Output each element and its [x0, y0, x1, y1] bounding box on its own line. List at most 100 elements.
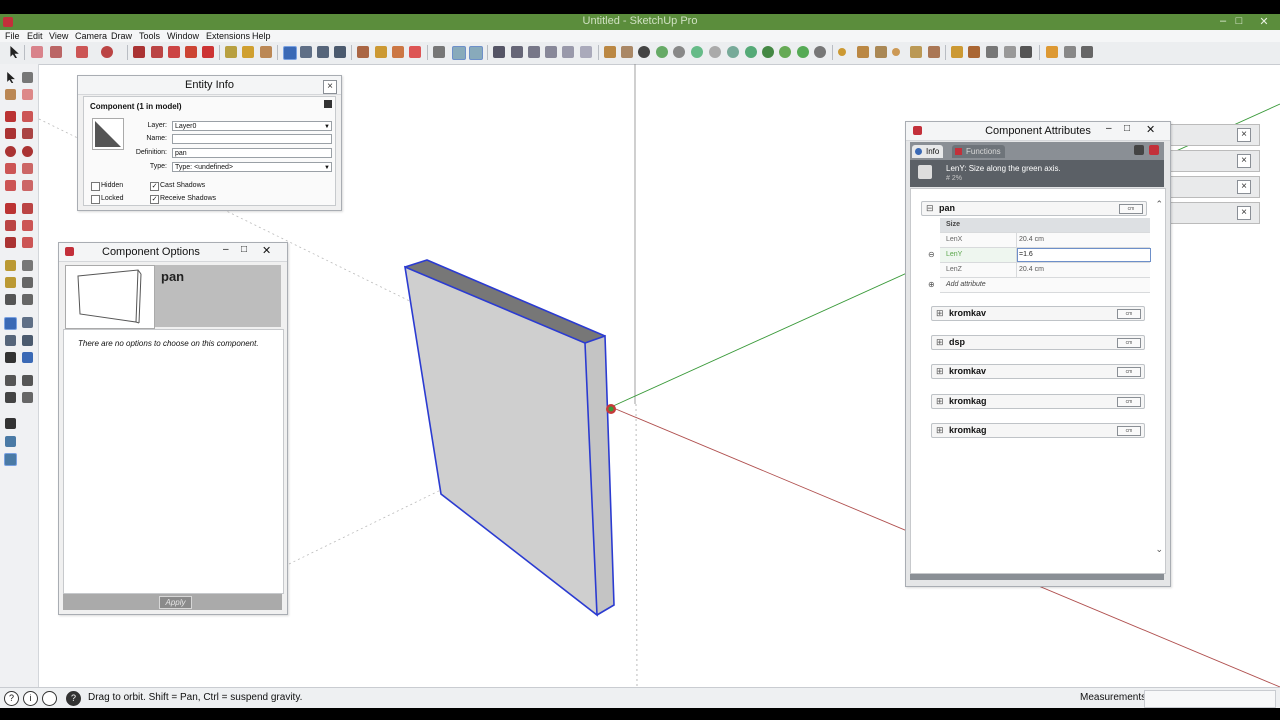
geo-location-icon[interactable]: ?: [4, 691, 19, 706]
section-plane-icon[interactable]: [433, 46, 445, 58]
shaded-icon[interactable]: [673, 46, 685, 58]
monochrome-icon[interactable]: [709, 46, 721, 58]
rectangle-icon[interactable]: [5, 128, 16, 139]
polygon-icon[interactable]: [22, 146, 33, 157]
paint-icon[interactable]: [5, 89, 16, 100]
rotate-icon[interactable]: [168, 46, 180, 58]
bg-panel-close-2[interactable]: ×: [1237, 154, 1251, 168]
zoom-extents-tool-icon[interactable]: [5, 352, 16, 363]
three-point-arc-icon[interactable]: [5, 180, 16, 191]
push-pull-tool-icon[interactable]: [22, 203, 33, 214]
look-around-icon[interactable]: [22, 375, 33, 386]
details-toggle-icon[interactable]: [324, 100, 332, 108]
make-component-icon[interactable]: [22, 72, 33, 83]
ca-maximize-button[interactable]: □: [1124, 123, 1130, 134]
scale-tool-icon[interactable]: [5, 237, 16, 248]
zoom-icon[interactable]: [317, 46, 329, 58]
cast-shadows-checkbox[interactable]: ✓: [150, 182, 159, 191]
minimize-button[interactable]: ‒: [1216, 15, 1230, 27]
dynamic-components-interact-icon[interactable]: [1046, 46, 1058, 58]
attribute-row-leny[interactable]: LenY =1.6 ⊖: [928, 248, 1151, 263]
bg-panel-close-3[interactable]: ×: [1237, 180, 1251, 194]
bg-panel-close-1[interactable]: ×: [1237, 128, 1251, 142]
back-edges-icon[interactable]: [621, 46, 633, 58]
dimension-tool-icon[interactable]: [22, 260, 33, 271]
plugin-b-icon[interactable]: [968, 46, 980, 58]
subcomponent-header[interactable]: ⊞ kromkav cm: [931, 306, 1145, 321]
maximize-button[interactable]: □: [1232, 15, 1246, 27]
menu-draw[interactable]: Draw: [111, 30, 132, 42]
push-pull-icon[interactable]: [151, 46, 163, 58]
scale-icon[interactable]: [202, 46, 214, 58]
line-icon[interactable]: [5, 111, 16, 122]
wireframe-icon[interactable]: [638, 46, 650, 58]
follow-me-icon[interactable]: [185, 46, 197, 58]
subcomponent-header[interactable]: ⊞ kromkag cm: [931, 423, 1145, 438]
move-icon[interactable]: [133, 46, 145, 58]
zoom-extents-icon[interactable]: [334, 46, 346, 58]
axes-icon[interactable]: [5, 294, 16, 305]
component-options-icon[interactable]: [1064, 46, 1076, 58]
close-button[interactable]: ✕: [1257, 15, 1271, 28]
front-view-icon[interactable]: [528, 46, 540, 58]
interact-icon[interactable]: [5, 418, 16, 429]
two-point-arc-icon[interactable]: [22, 163, 33, 174]
display-sections-icon[interactable]: [452, 46, 466, 60]
locked-checkbox[interactable]: [91, 195, 100, 204]
freehand-icon[interactable]: [22, 111, 33, 122]
apply-button[interactable]: Apply: [159, 596, 192, 609]
style-c-icon[interactable]: [762, 46, 774, 58]
subcomponent-header[interactable]: ⊞ kromkag cm: [931, 394, 1145, 409]
style-b-icon[interactable]: [745, 46, 757, 58]
entity-info-close-button[interactable]: ×: [323, 80, 337, 94]
co-close-button[interactable]: ✕: [262, 244, 271, 257]
pie-icon[interactable]: [22, 180, 33, 191]
section-tool-icon[interactable]: [22, 392, 33, 403]
paint-bucket-icon[interactable]: [260, 46, 272, 58]
warehouse-icon[interactable]: [357, 46, 369, 58]
name-field[interactable]: [172, 134, 332, 144]
shaded-textures-icon[interactable]: [691, 46, 703, 58]
co-maximize-button[interactable]: □: [241, 244, 247, 255]
subcomponent-header[interactable]: ⊞ kromkav cm: [931, 364, 1145, 379]
tape-icon[interactable]: [5, 260, 16, 271]
eraser-icon[interactable]: [31, 46, 43, 58]
text-icon[interactable]: [22, 277, 33, 288]
tab-info[interactable]: Info: [912, 145, 944, 158]
zoom-window-icon[interactable]: [22, 335, 33, 346]
attributes-icon[interactable]: [4, 453, 17, 466]
previous-view-icon[interactable]: [22, 352, 33, 363]
credits-icon[interactable]: i: [23, 691, 38, 706]
type-select[interactable]: Type: <undefined> ▼: [172, 162, 332, 172]
menu-extensions[interactable]: Extensions: [206, 30, 250, 42]
top-view-icon[interactable]: [511, 46, 523, 58]
style-f-icon[interactable]: [814, 46, 826, 58]
menu-camera[interactable]: Camera: [75, 30, 107, 42]
refresh-icon[interactable]: [1134, 145, 1144, 155]
style-d-icon[interactable]: [779, 46, 791, 58]
xray-icon[interactable]: [604, 46, 616, 58]
orbit-icon[interactable]: [283, 46, 297, 60]
layer-select[interactable]: Layer0 ▼: [172, 121, 332, 131]
add-attribute-row[interactable]: Add attribute ⊕: [928, 278, 1150, 293]
right-view-icon[interactable]: [545, 46, 557, 58]
select-icon[interactable]: [7, 72, 15, 83]
measurements-input[interactable]: [1144, 690, 1276, 708]
bg-panel-close-4[interactable]: ×: [1237, 206, 1251, 220]
arc-icon[interactable]: [76, 46, 88, 58]
style-e-icon[interactable]: [797, 46, 809, 58]
menu-file[interactable]: File: [5, 30, 20, 42]
ca-minimize-button[interactable]: ‒: [1106, 123, 1112, 134]
attribute-row-lenz[interactable]: LenZ 20.4 cm: [940, 263, 1150, 278]
co-minimize-button[interactable]: ‒: [223, 244, 229, 255]
walk-icon[interactable]: [5, 392, 16, 403]
tab-functions[interactable]: Functions: [952, 145, 1005, 158]
pan-icon[interactable]: [300, 46, 312, 58]
style-a-icon[interactable]: [727, 46, 739, 58]
orbit-tool-icon[interactable]: [4, 317, 17, 330]
menu-edit[interactable]: Edit: [27, 30, 43, 42]
position-camera-icon[interactable]: [5, 375, 16, 386]
component-attributes-icon[interactable]: [1081, 46, 1093, 58]
user-icon[interactable]: [42, 691, 57, 706]
sandbox-f-icon[interactable]: [928, 46, 940, 58]
